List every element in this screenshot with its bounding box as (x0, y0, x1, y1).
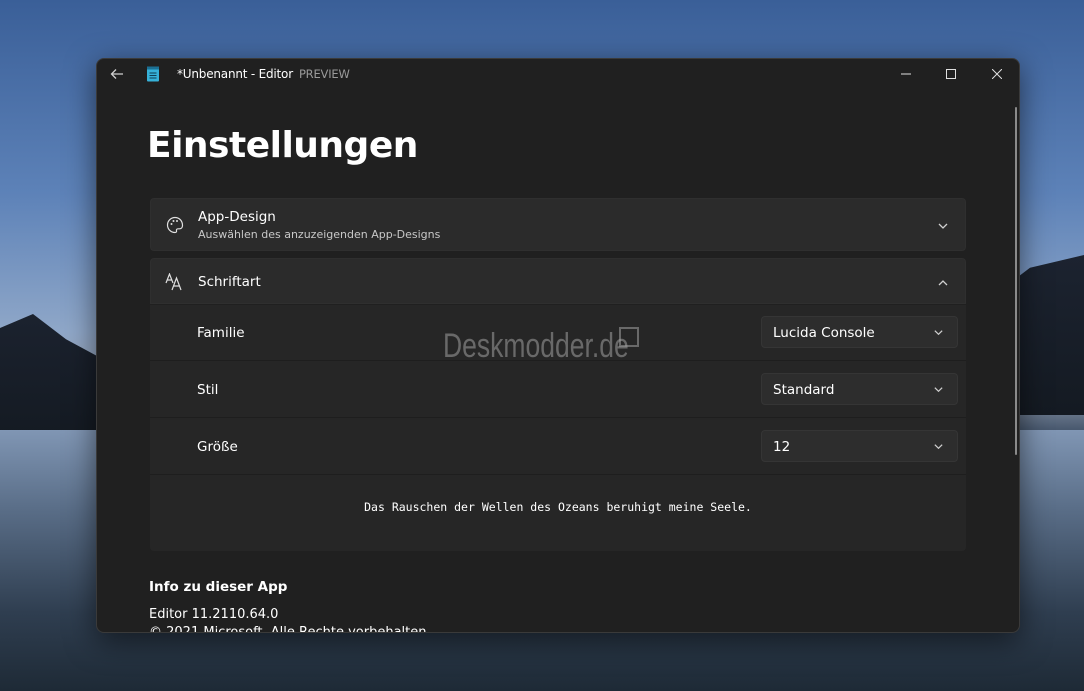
about-copyright: © 2021 Microsoft. Alle Rechte vorbehalte… (149, 625, 431, 633)
wallpaper-hill-left (0, 314, 110, 440)
font-size-dropdown[interactable]: 12 (761, 430, 958, 462)
window-title-text: *Unbenannt - Editor (177, 67, 293, 81)
font-size-row: Größe 12 (150, 419, 966, 475)
font-style-label: Stil (197, 382, 219, 398)
maximize-icon (946, 69, 956, 79)
font-family-dropdown[interactable]: Lucida Console (761, 316, 958, 348)
maximize-button[interactable] (928, 59, 974, 89)
font-style-dropdown[interactable]: Standard (761, 373, 958, 405)
title-bar: *Unbenannt - Editor PREVIEW (97, 59, 1019, 89)
minimize-icon (901, 73, 911, 75)
chevron-down-icon (934, 444, 943, 450)
vertical-scrollbar[interactable] (1015, 107, 1017, 455)
font-icon (165, 272, 185, 292)
palette-icon (165, 215, 185, 235)
window-title: *Unbenannt - Editor PREVIEW (177, 67, 350, 81)
font-title: Schriftart (198, 274, 261, 290)
back-button[interactable] (105, 63, 129, 85)
chevron-down-icon (934, 330, 943, 336)
close-icon (992, 69, 1002, 79)
font-size-label: Größe (197, 439, 238, 455)
notepad-icon (147, 66, 159, 82)
minimize-button[interactable] (883, 59, 929, 89)
watermark-text: Deskmodder.de (443, 327, 629, 365)
chevron-down-icon (934, 387, 943, 393)
arrow-left-icon (110, 69, 123, 79)
close-button[interactable] (974, 59, 1019, 89)
font-family-label: Familie (197, 325, 245, 341)
about-version: Editor 11.2110.64.0 (149, 607, 279, 622)
watermark-logo-icon (619, 327, 639, 347)
about-heading: Info zu dieser App (149, 579, 288, 595)
app-design-expander[interactable]: App-Design Auswählen des anzuzeigenden A… (150, 198, 966, 251)
font-style-row: Stil Standard (150, 362, 966, 418)
font-preview-sample: Das Rauschen der Wellen des Ozeans beruh… (364, 500, 752, 514)
font-family-value: Lucida Console (773, 325, 875, 341)
font-style-value: Standard (773, 382, 835, 398)
app-design-title: App-Design (198, 209, 276, 225)
preview-badge: PREVIEW (298, 67, 350, 81)
chevron-up-icon (938, 280, 948, 286)
chevron-down-icon (938, 223, 948, 229)
page-title: Einstellungen (147, 125, 418, 166)
notepad-settings-window: *Unbenannt - Editor PREVIEW Einstellungen… (96, 58, 1020, 633)
app-design-subtitle: Auswählen des anzuzeigenden App-Designs (198, 228, 441, 241)
font-size-value: 12 (773, 439, 791, 455)
font-expander-header[interactable]: Schriftart (150, 258, 966, 304)
